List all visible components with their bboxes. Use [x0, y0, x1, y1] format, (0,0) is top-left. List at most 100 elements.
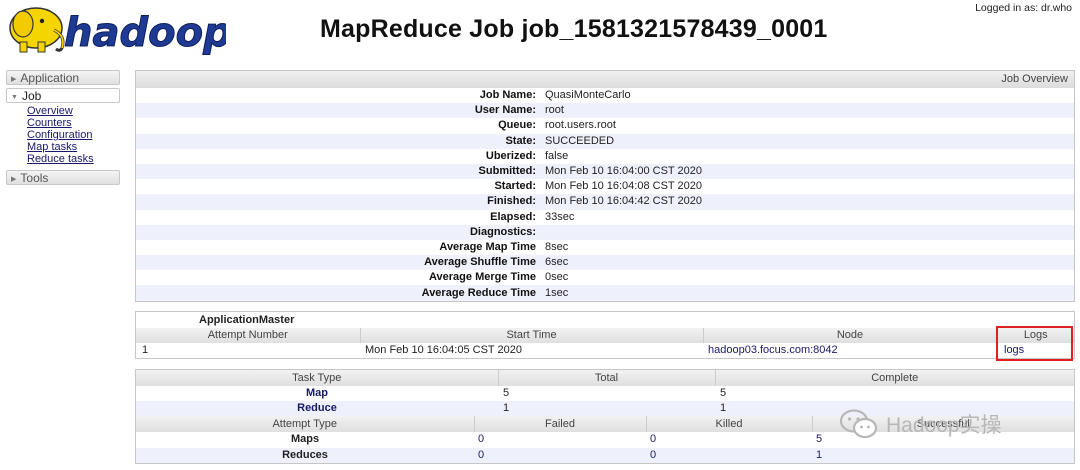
col-task-type[interactable]: Task Type [136, 370, 499, 386]
login-info: Logged in as: dr.who [975, 2, 1072, 14]
task-row-map: Map 5 5 [136, 386, 1074, 401]
attempt-type: Reduces [136, 447, 474, 463]
logo-wordmark: hadoop [64, 10, 226, 56]
nav-tools-label: Tools [20, 171, 49, 185]
row-label: Submitted: [136, 163, 540, 180]
row-value: 33sec [545, 210, 575, 223]
maps-killed-link[interactable]: 0 [650, 433, 656, 445]
overview-row: Queue: root.users.root [136, 118, 1074, 133]
hadoop-logo[interactable]: hadoop [6, 2, 226, 58]
row-label: User Name: [136, 103, 540, 119]
overview-row: Average Map Time 8sec [136, 240, 1074, 255]
row-value: QuasiMonteCarlo [545, 89, 631, 102]
task-header-row: Task Type Total Complete [136, 370, 1074, 386]
overview-row: Average Reduce Time 1sec [136, 285, 1074, 301]
nav-application-label: Application [20, 71, 80, 85]
row-value: SUCCEEDED [540, 133, 1074, 149]
row-label: State: [136, 133, 540, 149]
job-overview-table: Job Overview Job Name: QuasiMonteCarlo Us… [136, 71, 1074, 301]
watermark: Hadoop实操 [838, 404, 1058, 444]
col-failed[interactable]: Failed [474, 416, 647, 433]
overview-row: Elapsed: 33sec [136, 210, 1074, 225]
col-node[interactable]: Node [703, 328, 998, 343]
row-label: Diagnostics: [136, 224, 540, 240]
application-master-panel: ApplicationMaster Attempt Number Start T… [135, 311, 1075, 359]
logs-highlight-box [996, 326, 1073, 361]
col-complete[interactable]: Complete [715, 370, 1074, 386]
overview-row: Average Merge Time 0sec [136, 270, 1074, 285]
overview-row: Submitted: Mon Feb 10 16:04:00 CST 2020 [136, 163, 1074, 180]
page-title: MapReduce Job job_1581321578439_0001 [320, 15, 828, 43]
overview-row: Uberized: false [136, 149, 1074, 164]
attempt-number: 1 [142, 344, 149, 356]
am-row: 1 Mon Feb 10 16:04:05 CST 2020 hadoop03.… [136, 343, 1074, 358]
row-value [540, 224, 1074, 240]
nav-link-configuration[interactable]: Configuration [27, 129, 92, 141]
row-label: Elapsed: [490, 210, 536, 223]
overview-row: User Name: root [136, 103, 1074, 119]
nav-tools[interactable]: ▶ Tools [6, 170, 120, 185]
map-tasks-link[interactable]: Map [306, 387, 328, 399]
col-attempt-type[interactable]: Attempt Type [136, 416, 475, 433]
row-value: Mon Feb 10 16:04:00 CST 2020 [540, 163, 1074, 180]
row-value: 8sec [545, 240, 569, 253]
am-header-row: Attempt Number Start Time Node Logs [136, 328, 1074, 343]
reduces-killed-link[interactable]: 0 [650, 449, 656, 461]
row-label: Job Name: [479, 89, 536, 102]
chevron-right-icon: ▶ [11, 176, 17, 183]
map-total: 5 [503, 387, 510, 400]
overview-row: State: SUCCEEDED [136, 133, 1074, 149]
maps-failed-link[interactable]: 0 [478, 433, 484, 445]
row-label: Average Merge Time [429, 271, 536, 284]
row-label: Uberized: [485, 149, 536, 162]
panel-title: Job Overview [136, 71, 1074, 88]
row-value: Mon Feb 10 16:04:42 CST 2020 [540, 194, 1074, 210]
row-value: 6sec [540, 255, 1074, 271]
node-link[interactable]: hadoop03.focus.com:8042 [708, 344, 838, 356]
nav-link-map-tasks[interactable]: Map tasks [27, 141, 77, 153]
reduce-tasks-link[interactable]: Reduce [297, 402, 337, 414]
watermark-text: Hadoop实操 [886, 414, 1002, 437]
nav-sidebar: ▶ Application ▼ Job Overview Counters Conf… [6, 70, 120, 185]
nav-application[interactable]: ▶ Application [6, 70, 120, 85]
nav-link-counters[interactable]: Counters [27, 117, 72, 129]
overview-row: Average Shuffle Time 6sec [136, 255, 1074, 271]
overview-row: Job Name: QuasiMonteCarlo [136, 88, 1074, 103]
reduces-successful-link[interactable]: 1 [816, 449, 822, 461]
overview-row: Started: Mon Feb 10 16:04:08 CST 2020 [136, 179, 1074, 194]
job-nav-list: Overview Counters Configuration Map task… [27, 105, 120, 165]
row-value: 0sec [545, 271, 569, 284]
row-value: 1sec [540, 285, 1074, 301]
nav-link-overview[interactable]: Overview [27, 105, 73, 117]
row-label: Started: [494, 180, 536, 193]
row-label: Average Map Time [439, 240, 536, 253]
attempt-row-reduces: Reduces 0 0 1 [136, 447, 1074, 463]
chevron-down-icon: ▼ [11, 94, 18, 101]
am-title: ApplicationMaster [136, 312, 1074, 328]
header: hadoop MapReduce Job job_1581321578439_0… [0, 0, 1080, 66]
nav-link-reduce-tasks[interactable]: Reduce tasks [27, 153, 94, 165]
nav-job[interactable]: ▼ Job [6, 88, 120, 103]
col-attempt-number[interactable]: Attempt Number [136, 328, 361, 343]
row-label: Finished: [136, 194, 540, 210]
row-value: Mon Feb 10 16:04:08 CST 2020 [545, 180, 702, 193]
hadoop-elephant-logo-icon: hadoop [9, 7, 226, 57]
wechat-icon [839, 409, 878, 439]
start-time: Mon Feb 10 16:04:05 CST 2020 [365, 344, 522, 356]
row-label: Average Shuffle Time [136, 255, 540, 271]
col-start-time[interactable]: Start Time [360, 328, 704, 343]
row-label: Average Reduce Time [136, 285, 540, 301]
col-killed[interactable]: Killed [646, 416, 813, 433]
overview-row: Finished: Mon Feb 10 16:04:42 CST 2020 [136, 194, 1074, 210]
row-value: root.users.root [545, 119, 616, 132]
col-total[interactable]: Total [498, 370, 716, 386]
map-complete: 5 [720, 387, 727, 400]
row-label: Queue: [498, 119, 536, 132]
row-value: false [545, 149, 569, 162]
reduce-total: 1 [498, 401, 715, 417]
reduces-failed-link[interactable]: 0 [478, 449, 484, 461]
maps-successful-link[interactable]: 5 [816, 433, 822, 445]
chevron-right-icon: ▶ [11, 76, 17, 83]
overview-row: Diagnostics: [136, 224, 1074, 240]
job-overview-panel: Job Overview Job Name: QuasiMonteCarlo Us… [135, 70, 1075, 302]
